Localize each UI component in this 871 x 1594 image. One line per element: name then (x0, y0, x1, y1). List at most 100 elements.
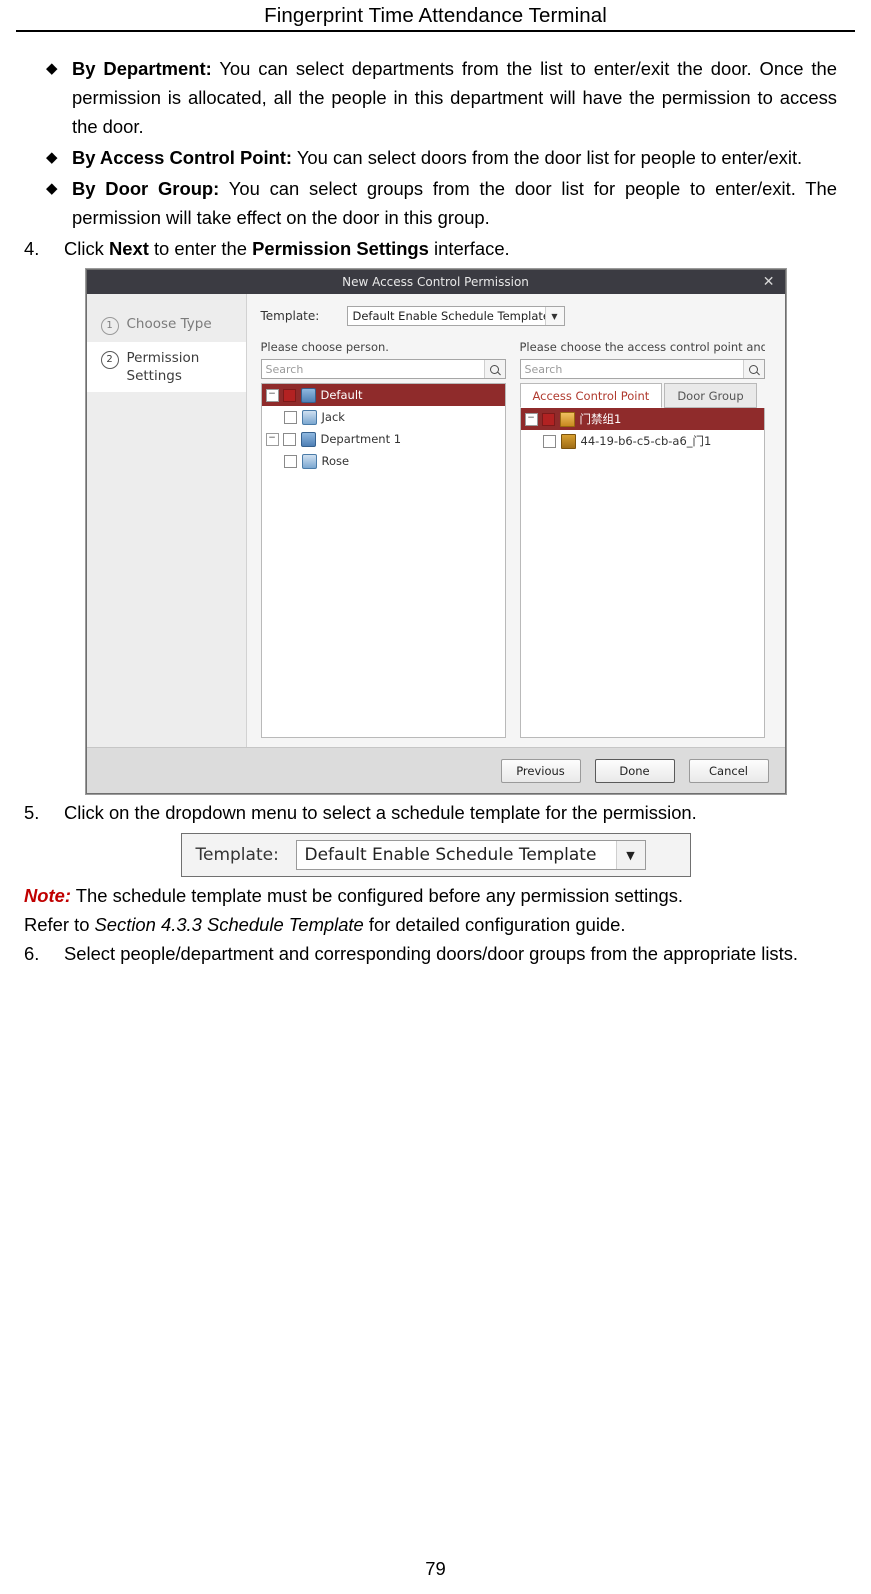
bullet-marker: ◆ (46, 180, 58, 197)
checkbox[interactable] (283, 410, 297, 424)
step-4: 4. Click Next to enter the Permission Se… (24, 234, 837, 263)
tree-node-department-1[interactable]: − Department 1 (262, 428, 505, 450)
new-access-control-permission-dialog: New Access Control Permission ✕ 1 Choose… (85, 269, 786, 794)
nav-label-choose-type: Choose Type (126, 316, 212, 332)
person-search-input[interactable]: Search (262, 363, 484, 376)
note-line2-post: for detailed configuration guide. (363, 914, 626, 935)
person-search-box[interactable]: Search (260, 359, 506, 379)
bullet-marker: ◆ (46, 60, 58, 77)
person-panel: Please choose person. Search − Default J… (260, 340, 506, 738)
door-search-box[interactable]: Search (519, 359, 765, 379)
person-icon (301, 409, 317, 425)
dialog-titlebar: New Access Control Permission ✕ (86, 270, 785, 294)
note-line-2: Refer to Section 4.3.3 Schedule Template… (24, 910, 837, 939)
note-text: The schedule template must be configured… (71, 885, 684, 906)
tree-node-device-door[interactable]: 44-19-b6-c5-cb-a6_门1 (521, 430, 764, 452)
nav-label-permission-settings: Permission Settings (126, 350, 200, 384)
template-selected-value: Default Enable Schedule Template (352, 309, 550, 323)
page-header: Fingerprint Time Attendance Terminal (264, 4, 607, 27)
note-line-1: Note: The schedule template must be conf… (24, 881, 837, 910)
tab-access-control-point[interactable]: Access Control Point (519, 383, 663, 408)
dialog-body: 1 Choose Type 2 Permission Settings Temp… (86, 294, 785, 793)
step-text: Click Next to enter the Permission Setti… (64, 234, 837, 263)
step4-bold-permission: Permission Settings (252, 238, 429, 259)
tree-node-default[interactable]: − Default (261, 384, 505, 406)
person-panel-caption: Please choose person. (260, 340, 389, 354)
page-number: 79 (425, 1558, 446, 1579)
screenshot-template-wrap: Template: Default Enable Schedule Templa… (16, 833, 855, 877)
tree-node-door-group[interactable]: − 门禁组1 (520, 408, 764, 430)
document-page: Fingerprint Time Attendance Terminal ◆ B… (0, 0, 871, 1594)
expander-icon[interactable]: − (265, 388, 279, 402)
tab-door-group[interactable]: Door Group (664, 383, 757, 408)
step-1-badge: 1 (100, 317, 119, 335)
chevron-down-icon[interactable]: ▼ (615, 841, 645, 869)
note-label: Note: (24, 885, 71, 906)
tree-node-label: Department 1 (320, 432, 402, 446)
tree-node-label: Jack (321, 410, 345, 424)
tree-node-rose[interactable]: Rose (262, 450, 505, 472)
bullet-marker: ◆ (46, 149, 58, 166)
tree-node-jack[interactable]: Jack (262, 406, 505, 428)
step-number: 6. (24, 943, 40, 964)
done-button[interactable]: Done (594, 758, 675, 783)
screenshot-dialog-wrap: New Access Control Permission ✕ 1 Choose… (16, 269, 855, 794)
selection-panels: Please choose person. Search − Default J… (260, 340, 771, 738)
nav-item-choose-type[interactable]: 1 Choose Type (87, 308, 246, 342)
template-row: Template: Default Enable Schedule Templa… (261, 306, 771, 326)
template-zoom-value: Default Enable Schedule Template (304, 845, 597, 865)
bullet-list: ◆ By Department: You can select departme… (46, 54, 837, 232)
close-icon[interactable]: ✕ (763, 272, 775, 292)
previous-button[interactable]: Previous (500, 758, 581, 783)
cancel-button[interactable]: Cancel (688, 758, 769, 783)
list-item: ◆ By Access Control Point: You can selec… (46, 143, 837, 172)
chevron-down-icon[interactable]: ▼ (544, 307, 564, 325)
door-panel: Please choose the access control point a… (519, 340, 765, 738)
template-zoom-label: Template: (195, 845, 279, 865)
step-6: 6. Select people/department and correspo… (24, 939, 837, 968)
checkbox[interactable] (282, 432, 296, 446)
list-item: ◆ By Department: You can select departme… (46, 54, 837, 141)
template-select[interactable]: Default Enable Schedule Template ▼ (346, 306, 565, 326)
step4-mid: to enter the (148, 238, 253, 259)
people-icon (300, 387, 316, 403)
bullet-title: By Door Group: (72, 178, 220, 199)
people-icon (300, 431, 316, 447)
tree-node-label: Rose (321, 454, 350, 468)
door-group-icon (559, 411, 575, 427)
step4-bold-next: Next (108, 238, 149, 259)
tree-node-label: 门禁组1 (579, 412, 622, 426)
door-panel-caption: Please choose the access control point a… (519, 340, 765, 354)
step-number: 5. (24, 802, 40, 823)
nav-item-permission-settings[interactable]: 2 Permission Settings (86, 342, 246, 392)
template-zoom-select[interactable]: Default Enable Schedule Template ▼ (295, 840, 646, 870)
tree-node-label: 44-19-b6-c5-cb-a6_门1 (580, 434, 712, 448)
device-icon (560, 433, 576, 449)
door-search-input[interactable]: Search (521, 363, 743, 376)
step-2-badge: 2 (100, 351, 119, 369)
step-text: Click on the dropdown menu to select a s… (64, 802, 697, 823)
checkbox[interactable] (283, 454, 297, 468)
person-tree[interactable]: − Default Jack − Department 1 Rose (260, 383, 506, 738)
door-tree[interactable]: − 门禁组1 44-19-b6-c5-cb-a6_门1 (519, 408, 765, 738)
person-icon (301, 453, 317, 469)
checkbox[interactable] (542, 434, 556, 448)
bullet-content: By Door Group: You can select groups fro… (72, 174, 837, 232)
list-item: ◆ By Door Group: You can select groups f… (46, 174, 837, 232)
expander-icon[interactable]: − (524, 412, 538, 426)
template-dropdown-screenshot: Template: Default Enable Schedule Templa… (180, 833, 691, 877)
bullet-content: By Department: You can select department… (72, 54, 837, 141)
search-icon[interactable] (483, 360, 505, 378)
dialog-content: Template: Default Enable Schedule Templa… (246, 294, 785, 793)
bullet-body: You can select doors from the door list … (292, 147, 803, 168)
checkbox[interactable] (282, 388, 296, 402)
expander-icon[interactable]: − (265, 432, 279, 446)
bullet-title: By Department: (72, 58, 212, 79)
step4-pre: Click (64, 238, 109, 259)
dialog-step-nav: 1 Choose Type 2 Permission Settings (86, 294, 247, 793)
search-icon[interactable] (742, 360, 764, 378)
template-label: Template: (260, 309, 320, 323)
dialog-footer: Previous Done Cancel (86, 747, 785, 793)
checkbox[interactable] (541, 412, 555, 426)
step-number: 4. (24, 238, 40, 259)
